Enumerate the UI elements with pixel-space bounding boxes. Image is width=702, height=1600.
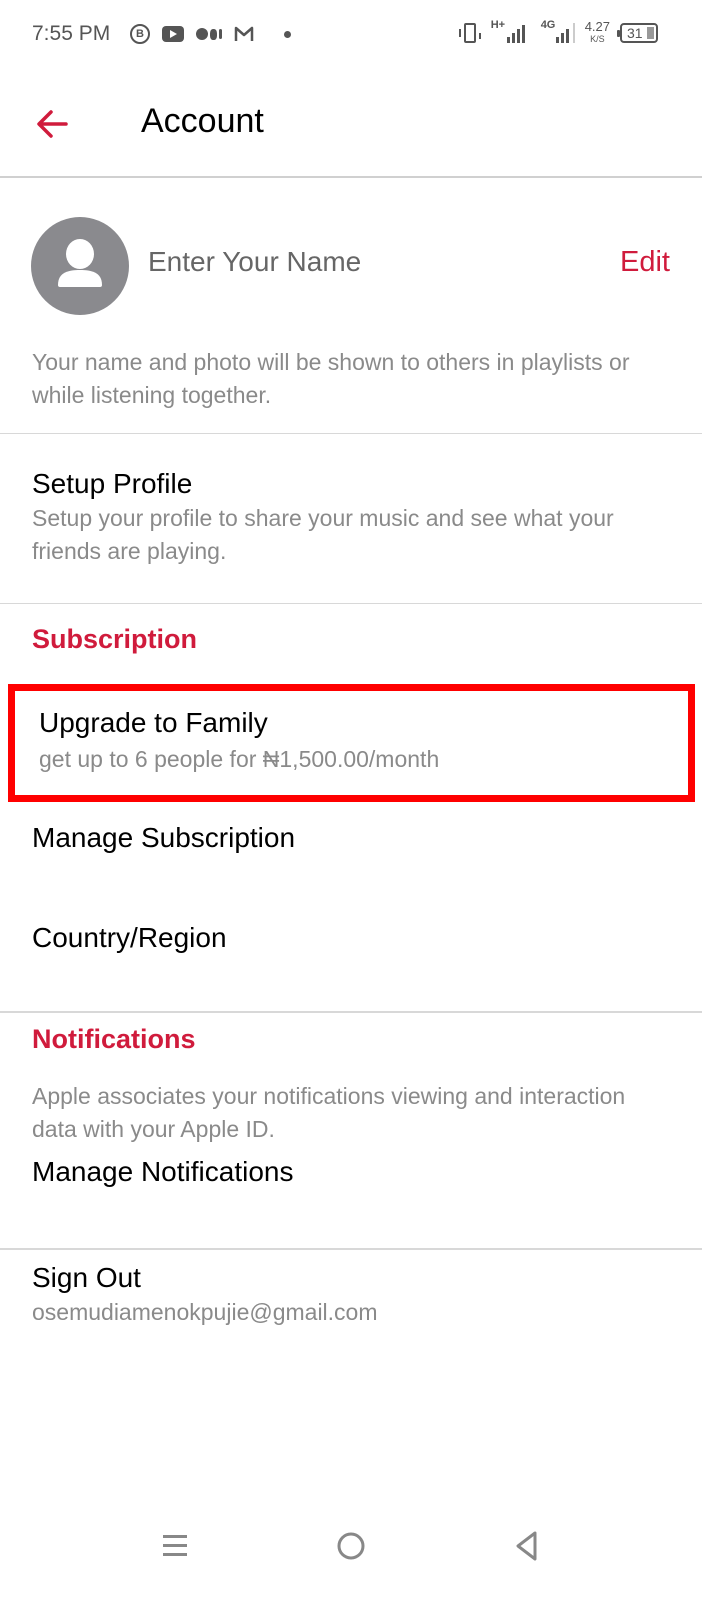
app-header: Account (0, 70, 702, 178)
system-status-icons: H+ 4G 4.27 K/S 31 (458, 19, 658, 46)
notifications-description: Apple associates your notifications view… (32, 1083, 626, 1142)
profile-description: Your name and photo will be shown to oth… (32, 349, 630, 408)
divider (0, 1248, 702, 1250)
notifications-heading: Notifications (32, 1024, 196, 1054)
home-icon (337, 1532, 365, 1560)
upgrade-to-family-row[interactable]: Upgrade to Family get up to 6 people for… (8, 684, 695, 802)
status-bar: 7:55 PM B H+ 4G 4.27 K/S 31 (0, 0, 702, 70)
more-dot-icon (284, 30, 291, 38)
sign-out-label: Sign Out (32, 1262, 141, 1293)
upgrade-subtitle: get up to 6 people for ₦1,500.00/month (39, 746, 440, 772)
manage-subscription-row[interactable]: Manage Subscription (0, 822, 702, 892)
manage-notifications-label: Manage Notifications (32, 1156, 294, 1187)
sign-out-row[interactable]: Sign Out osemudiamenokpujie@gmail.com (0, 1262, 702, 1352)
gmail-icon (234, 26, 254, 42)
vibrate-icon (458, 23, 481, 43)
youtube-icon (162, 26, 184, 42)
manage-notifications-row[interactable]: Manage Notifications (0, 1156, 702, 1226)
business-chat-icon: B (130, 24, 150, 44)
status-time: 7:55 PM (32, 22, 111, 45)
recent-apps-button[interactable] (145, 1526, 205, 1566)
country-region-row[interactable]: Country/Region (0, 922, 702, 992)
avatar[interactable] (31, 217, 129, 315)
back-triangle-icon (516, 1531, 537, 1561)
name-field[interactable]: Enter Your Name (148, 246, 361, 278)
page-title: Account (141, 102, 264, 140)
recent-apps-icon (163, 1535, 187, 1556)
network-speed: 4.27 K/S (584, 19, 610, 44)
signal-4g-icon: 4G (541, 19, 575, 43)
setup-profile-title: Setup Profile (32, 468, 193, 499)
profile-section: Enter Your Name Edit Your name and photo… (0, 178, 702, 434)
medium-icon (196, 28, 222, 40)
signal-h-plus-icon: H+ (491, 19, 531, 43)
divider (0, 1011, 702, 1013)
person-icon (58, 239, 102, 287)
system-nav-bar (0, 1490, 702, 1600)
edit-button[interactable]: Edit (620, 246, 670, 279)
back-button[interactable] (34, 104, 74, 144)
battery-icon: 31 (617, 23, 658, 43)
setup-profile-row[interactable]: Setup Profile Setup your profile to shar… (0, 434, 702, 604)
upgrade-title: Upgrade to Family (39, 707, 268, 738)
country-region-label: Country/Region (32, 922, 227, 953)
system-back-button[interactable] (497, 1526, 557, 1566)
battery-level: 31 (627, 25, 643, 41)
subscription-heading: Subscription (32, 624, 198, 654)
notification-icons: B (130, 24, 291, 44)
account-email: osemudiamenokpujie@gmail.com (32, 1299, 378, 1325)
setup-profile-subtitle: Setup your profile to share your music a… (32, 505, 614, 564)
arrow-left-icon (37, 110, 68, 138)
home-button[interactable] (321, 1526, 381, 1566)
manage-subscription-label: Manage Subscription (32, 822, 296, 853)
